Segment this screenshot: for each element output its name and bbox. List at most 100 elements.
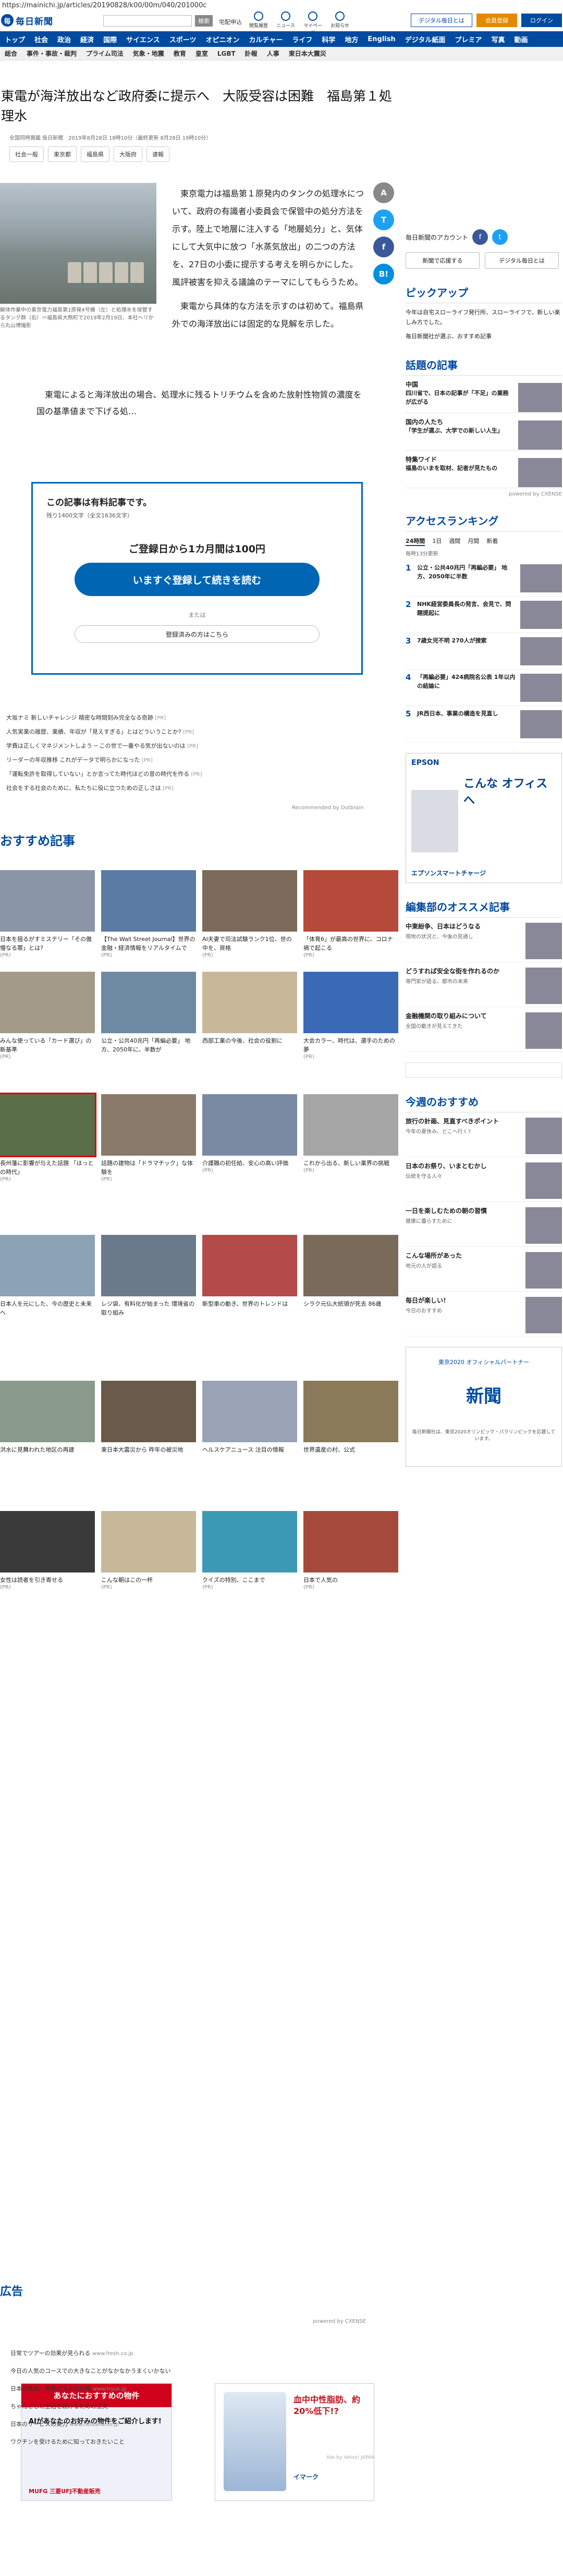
related-link[interactable]: 「運転免許を取得していない」とか言ってた時代ほどの昔の時代を作る [PR]	[6, 767, 387, 782]
recommended-thumbnail[interactable]	[202, 1235, 297, 1296]
nav-item[interactable]: プレミア	[450, 34, 487, 44]
recommended-card[interactable]: みんな使っている「カード選び」の新基準 (PR)	[0, 972, 95, 1060]
hatena-icon[interactable]: B!	[373, 264, 394, 284]
recommended-card-title[interactable]: 西部工業の今後、社会の役割に	[202, 1033, 297, 1045]
recommended-thumbnail[interactable]	[0, 972, 95, 1033]
weekly-pick-title[interactable]: 一日を楽しむための朝の習慣	[406, 1206, 515, 1216]
topic-thumbnail[interactable]	[518, 458, 562, 487]
news-icon[interactable]: ニュース	[274, 11, 297, 30]
weekly-pick-item[interactable]: 一日を楽しむための朝の習慣 健康に暮らすために	[406, 1202, 562, 1247]
ranking-tab[interactable]: 1日	[432, 537, 442, 546]
search-input[interactable]	[103, 15, 192, 27]
recommended-card[interactable]: 大会カラー、時代は、選手のための夢 (PR)	[303, 972, 398, 1060]
topic-title[interactable]: 四川省で、日本の記事が「不足」の業務が広がる	[406, 389, 510, 406]
weekly-pick-title[interactable]: 日本のお祭り、いまとむかし	[406, 1161, 515, 1171]
recommended-card[interactable]: 長州藩に影響が与えた話題 「ほっとの時代」 (PR)	[0, 1093, 96, 1182]
subnav-item[interactable]: 事件・事故・裁判	[22, 49, 81, 58]
recommended-card[interactable]: 世界遺産の村、公式	[303, 1381, 398, 1454]
text-ad-link[interactable]: 日常でツアーの効果が見られる www.fresh.co.jp	[10, 2345, 386, 2362]
ads-credit[interactable]: Ads by Yahoo! JAPAN	[326, 2455, 375, 2460]
nav-item[interactable]: オピニオン	[201, 34, 244, 44]
weekly-pick-item[interactable]: 日本のお祭り、いまとむかし 伝統を守る人々	[406, 1157, 562, 1202]
article-photo[interactable]	[0, 183, 156, 304]
subnav-item[interactable]: 東日本大震災	[284, 49, 331, 58]
facebook-follow-icon[interactable]: f	[472, 229, 488, 245]
weekly-pick-thumbnail[interactable]	[525, 1297, 562, 1333]
nav-item[interactable]: デジタル紙面	[400, 34, 450, 44]
article-tag[interactable]: 東京都	[48, 146, 77, 162]
ranking-tab[interactable]: 週間	[449, 537, 460, 546]
twitter-follow-icon[interactable]: t	[492, 229, 508, 245]
ranking-tab[interactable]: 24時間	[406, 537, 425, 546]
weekly-pick-thumbnail[interactable]	[525, 1207, 562, 1244]
weekly-pick-thumbnail[interactable]	[525, 1252, 562, 1289]
recommended-card-title[interactable]: AI夫妻で司法試験ランク1位、世の中を、資格	[202, 932, 297, 952]
text-ad-link[interactable]: ワクチンを受けるために知っておきたいこと	[10, 2433, 386, 2451]
recommended-card[interactable]: 【The Wall Street Journal】世界の金融・経済情報をリアルタ…	[101, 870, 196, 958]
recommended-card-title[interactable]: レジ袋、有料化が始まった 環境省の取り組み	[101, 1296, 196, 1317]
cxense-credit[interactable]: powered by CXENSE	[313, 2319, 366, 2324]
weekly-pick-item[interactable]: 旅行の計画、見直すべきポイント 今年の夏休み、どこへ行く?	[406, 1112, 562, 1157]
ranking-title[interactable]: 「再編必要」424病院名公表 1年以内の結論に	[417, 673, 516, 690]
pickup-text[interactable]: 今年は自宅スローライフ発行所、スローライフで、新しい楽しみ方でした。	[406, 307, 562, 327]
recommended-card[interactable]: シラク元仏大統領が死去 86歳	[303, 1235, 398, 1317]
subnav-item[interactable]: 気象・地震	[128, 49, 169, 58]
topic-item[interactable]: 特集ワイド 福島のいまを取材、記者が見たもの	[406, 451, 562, 488]
recommended-card[interactable]: 新型車の動き、世界のトレンドは	[202, 1235, 297, 1317]
mypage-icon[interactable]: マイページ	[301, 11, 324, 35]
recommended-card[interactable]: 東日本大震災から 昨年の被災地	[101, 1381, 196, 1454]
recommended-thumbnail[interactable]	[0, 1093, 96, 1157]
recommended-thumbnail[interactable]	[303, 1511, 398, 1572]
recommended-card-title[interactable]: 長州藩に影響が与えた話題 「ほっとの時代」	[0, 1156, 95, 1176]
subnav-item[interactable]: LGBT	[213, 50, 240, 57]
ranking-tab[interactable]: 新着	[486, 537, 498, 546]
weekly-pick-thumbnail[interactable]	[525, 1118, 562, 1154]
recommended-thumbnail[interactable]	[0, 1511, 95, 1572]
digital-mainichi-side-button[interactable]: デジタル毎日とは	[485, 252, 559, 269]
outbrain-credit[interactable]: Recommended by Outbrain	[292, 805, 364, 811]
recommended-card-title[interactable]: これから出る、新しい業界の挑戦	[303, 1156, 398, 1168]
editor-pick-item[interactable]: どうすれば安全な街を作れるのか 専門家が語る、都市の未来	[406, 962, 562, 1007]
recommended-thumbnail[interactable]	[0, 1235, 95, 1296]
twitter-icon[interactable]: T	[373, 209, 394, 230]
ranking-title[interactable]: JR西日本、事業の構造を見直し	[417, 709, 516, 718]
register-button[interactable]: 会員登録	[476, 14, 517, 27]
recommended-card[interactable]: 西部工業の今後、社会の役割に	[202, 972, 297, 1060]
recommended-card[interactable]: 話題の建物は「ドラマチック」な体験を (PR)	[101, 1094, 196, 1182]
article-tag[interactable]: 社会一般	[9, 146, 44, 162]
weekly-pick-item[interactable]: 毎日が楽しい！ 今日のおすすめ	[406, 1292, 562, 1336]
recommended-thumbnail[interactable]	[303, 1235, 398, 1296]
nav-item[interactable]: 写真	[487, 34, 510, 44]
related-link[interactable]: 大坂ナミ 新しいチャレンジ 精密な時間刻み完全なる奇跡 [PR]	[6, 711, 387, 725]
subnav-item[interactable]: プライム司法	[81, 49, 128, 58]
delivery-link[interactable]: 宅配申込	[219, 18, 242, 26]
nav-item[interactable]: スポーツ	[165, 34, 201, 44]
related-link[interactable]: 学費は正しくマネジメントしよう ─ この世で一番やる気が出ないのは [PR]	[6, 739, 387, 753]
editor-pick-thumbnail[interactable]	[525, 1012, 562, 1049]
recommended-thumbnail[interactable]	[202, 1381, 297, 1442]
recommended-card-title[interactable]: 【The Wall Street Journal】世界の金融・経済情報をリアルタ…	[101, 932, 196, 952]
nav-item[interactable]: 社会	[30, 34, 53, 44]
recommended-card-title[interactable]: 東日本大震災から 昨年の被災地	[101, 1442, 196, 1454]
weekly-pick-title[interactable]: 旅行の計画、見直すべきポイント	[406, 1117, 515, 1126]
recommended-card[interactable]: こんな朝はこの一杯 (PR)	[101, 1511, 196, 1590]
recommended-card[interactable]: 日本人を元にした、今の歴史と未来へ	[0, 1235, 95, 1317]
recommended-card-title[interactable]: 日本人を元にした、今の歴史と未来へ	[0, 1296, 95, 1317]
topic-item[interactable]: 国内の人たち 「学生が選ぶ、大学での新しい人生」	[406, 413, 562, 451]
ranking-item[interactable]: 4 「再編必要」424病院名公表 1年以内の結論に	[406, 670, 562, 706]
recommended-card-title[interactable]: こんな朝はこの一杯	[101, 1572, 196, 1584]
topic-item[interactable]: 中国 四川省で、日本の記事が「不足」の業務が広がる	[406, 376, 562, 413]
topic-thumbnail[interactable]	[518, 383, 562, 412]
weekly-pick-thumbnail[interactable]	[525, 1162, 562, 1199]
related-link[interactable]: 人気実業の履歴、業績、年収が「見えすぎる」とはどういうことか? [PR]	[6, 725, 387, 739]
recommended-card-title[interactable]: 「体育6」が最高の世界に、コロナ禍で起こる	[303, 932, 398, 952]
pickup-text-2[interactable]: 毎日新聞社が選ぶ、おすすめ記事	[406, 331, 562, 341]
text-ad-link[interactable]: ちゃんとした生活を続けるための工夫	[10, 2398, 386, 2416]
recommended-thumbnail[interactable]	[101, 870, 196, 932]
font-size-icon[interactable]: A	[373, 182, 394, 203]
article-tag[interactable]: 速報	[146, 146, 169, 162]
subnav-item[interactable]: 訃報	[240, 49, 262, 58]
recommended-card-title[interactable]: クイズの特別、ここまで	[202, 1572, 297, 1584]
recommended-thumbnail[interactable]	[202, 1511, 297, 1572]
olympic-banner[interactable]: 東京2020 オフィシャルパートナー 新聞 毎日新聞社は、東京2020オリンピッ…	[406, 1347, 562, 1467]
